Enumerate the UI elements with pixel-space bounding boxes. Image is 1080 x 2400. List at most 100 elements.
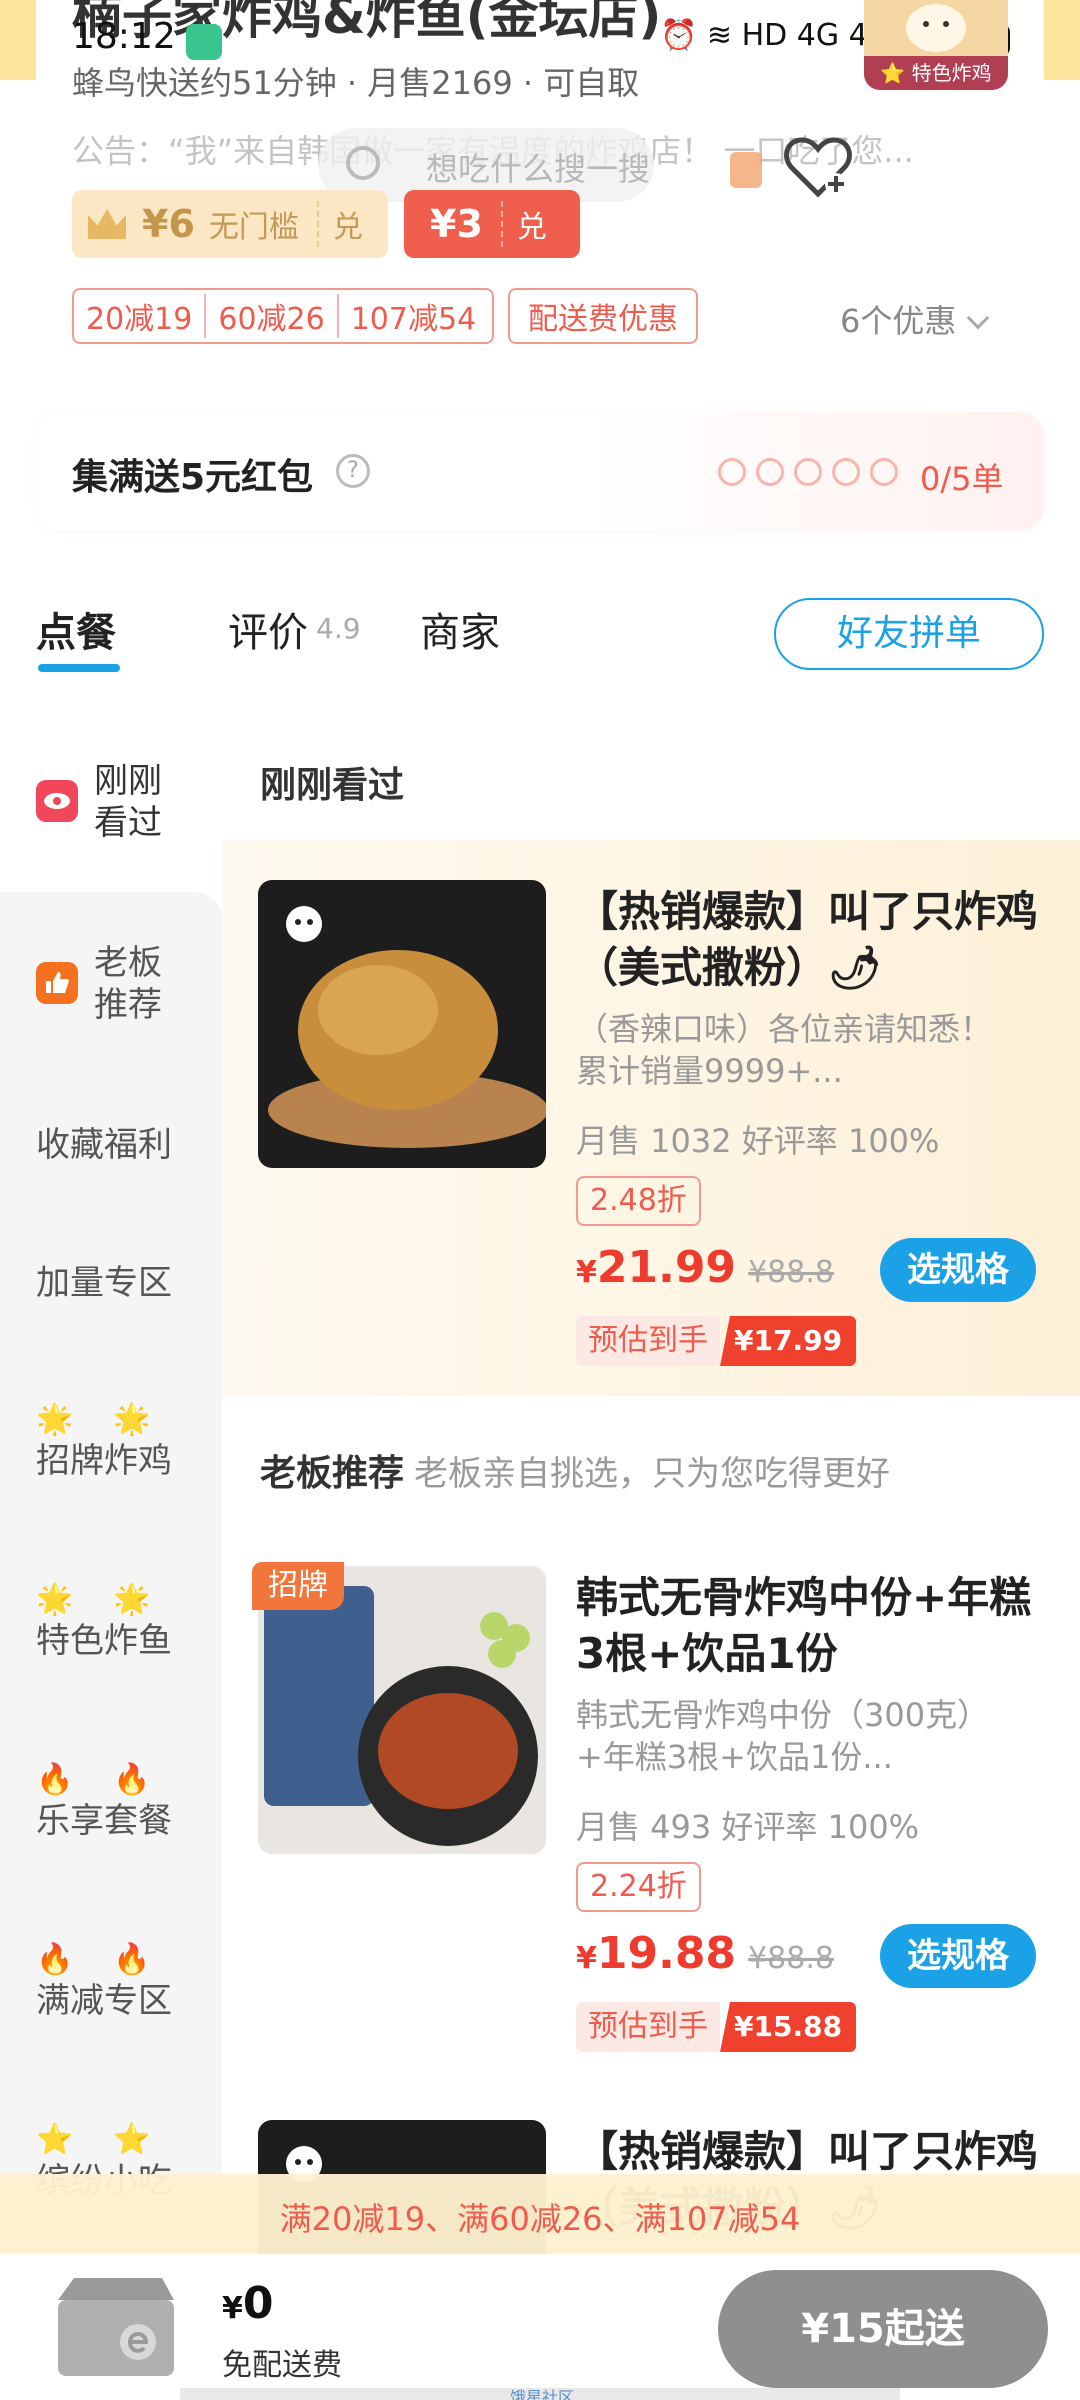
estimated-amount: ¥15.88 [720,2002,857,2052]
sidebar-item-label: 看过 [94,803,162,843]
cart-total-value: 0 [242,2278,274,2329]
eye-icon [36,780,78,822]
cart-box-icon[interactable] [50,2270,180,2382]
tab-order[interactable]: 点餐 [36,600,116,658]
sidebar-item-label: 老板 [94,943,162,983]
product-sales: 月售 1032 好评率 100% [576,1122,940,1160]
section-title-text: 老板推荐 [260,1453,405,1494]
collect-progress-dots [718,458,898,486]
sidebar-item-label: 乐享套餐 [36,1801,172,1841]
crown-icon [88,209,126,239]
estimated-amount: ¥17.99 [720,1316,857,1366]
price-value: 19.88 [596,1928,737,1979]
status-time: 18:12 [72,16,176,57]
search-placeholder: 想吃什么搜一搜 [426,150,651,188]
progress-dot [832,458,860,486]
progress-dot [718,458,746,486]
cart-total: ¥0 [222,2278,274,2329]
shop-meta: 蜂鸟快送约51分钟 · 月售2169 · 可自取 [72,64,640,102]
sidebar-item-special-fish[interactable]: 🌟🌟 特色炸鱼 [36,1580,216,1662]
sidebar-item-full-reduction[interactable]: 🔥🔥 满减专区 [36,1940,216,2022]
sidebar-item-label: 加量专区 [36,1263,172,1303]
progress-dot [756,458,784,486]
more-promotions-toggle[interactable]: 6个优惠 [840,296,990,342]
collect-title: 集满送5元红包 [72,457,314,498]
estimated-price-tag: 预估到手 ¥17.99 [576,1316,857,1366]
min-order-button[interactable]: ¥15起送 [718,2270,1048,2388]
bag-icon[interactable] [730,152,762,188]
currency-symbol: ¥ [576,1255,597,1290]
status-icons: ⏰ ≋ HD 4G 4G [660,18,891,53]
price-value: 21.99 [596,1242,737,1293]
tab-merchant[interactable]: 商家 [420,600,500,658]
coupon-divider [316,201,319,247]
coupon-condition: 无门槛 [208,210,299,245]
full-reduction-tags[interactable]: 20减19 60减26 107减54 [72,288,494,344]
delivery-fee-label: 免配送费 [222,2348,342,2383]
currency-symbol: ¥ [576,1941,597,1976]
sidebar-item-label: 招牌炸鸡 [36,1441,172,1481]
shop-logo-label: ⭐ 特色炸鸡 [864,56,1008,90]
estimated-label: 预估到手 [576,1316,720,1366]
sidebar-item-label: 推荐 [94,985,162,1025]
thumbs-up-icon [36,962,78,1004]
sidebar-item-label: 刚刚 [94,761,162,801]
sidebar-item-signature-chicken[interactable]: 🌟🌟 招牌炸鸡 [36,1400,216,1482]
select-spec-button[interactable]: 选规格 [880,1924,1036,1988]
tab-review[interactable]: 评价 [228,600,308,658]
sidebar-item-combo[interactable]: 🔥🔥 乐享套餐 [36,1760,216,1842]
product-description: （香辣口味）各位亲请知悉！累计销量9999+... [576,1010,993,1090]
sidebar-item-favorite-benefits[interactable]: 收藏福利 [36,1124,216,1166]
more-promotions-label: 6个优惠 [840,302,957,340]
delivery-discount-tag[interactable]: 配送费优惠 [508,288,698,344]
section-title-boss-recommend: 老板推荐 老板亲自挑选，只为您吃得更好 [260,1444,890,1496]
community-link[interactable]: 饿星社区 [510,2384,574,2400]
product-price: ¥21.99 ¥88.8 [576,1242,834,1293]
promo-tier: 20减19 [86,302,193,337]
review-score: 4.9 [316,612,361,645]
estimated-label: 预估到手 [576,2002,720,2052]
section-subtitle: 老板亲自挑选，只为您吃得更好 [414,1454,891,1494]
product-image[interactable] [258,880,546,1168]
chicken-mascot-icon [906,4,966,52]
shop-logo[interactable]: ⭐ 特色炸鸡 [864,0,1008,90]
signature-badge: 招牌 [252,1562,344,1610]
sidebar-emoji: 🔥🔥 [36,1942,191,1977]
select-spec-button[interactable]: 选规格 [880,1238,1036,1302]
product-price: ¥19.88 ¥88.8 [576,1928,834,1979]
discount-badge: 2.24折 [576,1862,701,1912]
sidebar-item-label: 特色炸鱼 [36,1621,172,1661]
help-icon[interactable]: ? [336,454,370,488]
chevron-down-icon [967,306,990,330]
promo-tier: 60减26 [204,294,336,338]
sidebar-emoji: ⭐⭐ [36,2122,191,2157]
sidebar-item-label: 满减专区 [36,1981,172,2021]
sidebar-item-extra-portion[interactable]: 加量专区 [36,1262,216,1304]
app-notification-icon [186,24,222,60]
original-price: ¥88.8 [748,1255,834,1290]
friend-group-order-button[interactable]: 好友拼单 [774,598,1044,670]
progress-dot [794,458,822,486]
sidebar-emoji: 🌟🌟 [36,1402,191,1437]
estimated-price-tag: 预估到手 ¥15.88 [576,2002,857,2052]
product-title: 【热销爆款】叫了只炸鸡（美式撒粉）🌶 [576,887,1039,992]
promo-strip-text: 满20减19、满60减26、满107减54 [279,2200,801,2238]
section-title-recent: 刚刚看过 [260,765,405,806]
favorite-heart-icon[interactable] [782,134,854,200]
coupon-divider [500,201,503,247]
coupon-amount: ¥3 [430,202,483,246]
coupon-redeem-button[interactable]: 兑 [517,202,547,246]
active-tab-indicator [38,664,120,672]
product-sales: 月售 493 好评率 100% [576,1808,920,1846]
sidebar-item-label: 收藏福利 [36,1125,172,1165]
coupon-amount: ¥6 [142,202,195,246]
collect-progress-count: 0/5单 [920,460,1004,498]
product-title: 韩式无骨炸鸡中份+年糕3根+饮品1份 [576,1573,1032,1678]
original-price: ¥88.8 [748,1941,834,1976]
coupon-redeem-button[interactable]: 兑 [333,202,363,246]
sidebar-emoji: 🔥🔥 [36,1762,191,1797]
delivery-discount-label: 配送费优惠 [528,302,678,337]
coupon-no-threshold[interactable]: ¥6 无门槛 兑 [72,190,388,258]
coupon-3-yuan[interactable]: ¥3 兑 [404,190,580,258]
sidebar-emoji: 🌟🌟 [36,1582,191,1617]
